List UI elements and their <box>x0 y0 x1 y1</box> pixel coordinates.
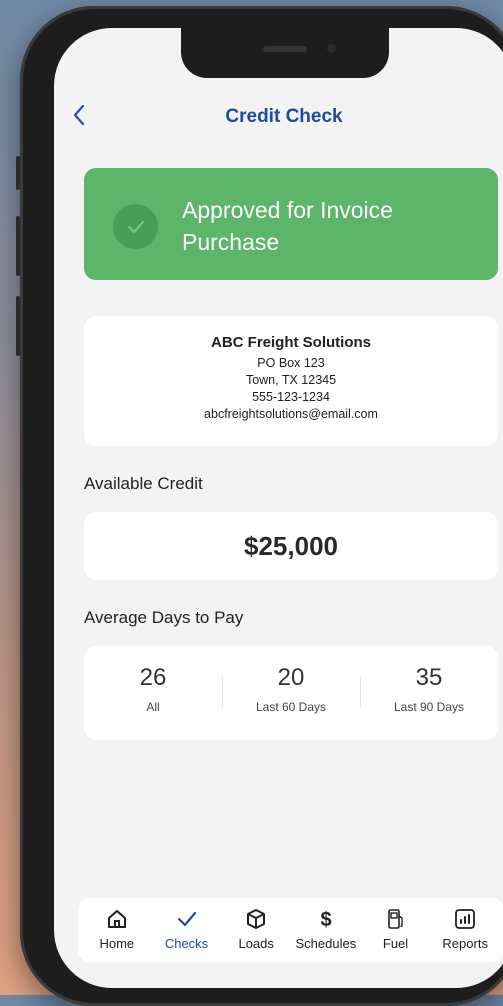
tab-label: Loads <box>238 936 274 951</box>
tab-reports[interactable]: Reports <box>430 898 500 962</box>
available-credit-label: Available Credit <box>84 474 203 493</box>
tab-label: Home <box>99 936 135 951</box>
dollar-icon: $ <box>317 908 335 930</box>
stat-label: All <box>146 700 160 714</box>
bottom-tab-bar: Home Checks Loads $ Schedules Fuel Repor… <box>78 898 503 962</box>
svg-text:$: $ <box>320 909 331 930</box>
check-circle-icon <box>113 204 158 249</box>
stat-divider <box>222 676 223 708</box>
available-credit-amount: $25,000 <box>244 530 338 561</box>
tab-label: Schedules <box>295 936 357 951</box>
stat-divider <box>360 676 361 708</box>
stat-label: Last 60 Days <box>255 700 327 714</box>
company-email: abcfreightsolutions@email.com <box>204 407 378 421</box>
available-credit-card: $25,000 <box>84 512 498 580</box>
company-address-line1: PO Box 123 <box>257 356 325 370</box>
approval-status-text: Approved for Invoice Purchase <box>182 197 393 255</box>
tab-label: Reports <box>442 936 488 951</box>
stat-value: 35 <box>415 664 443 691</box>
tab-home[interactable]: Home <box>82 898 152 962</box>
phone-volume-up-button <box>16 216 20 276</box>
company-phone: 555-123-1234 <box>252 390 330 404</box>
tab-checks[interactable]: Checks <box>152 898 222 962</box>
bar-chart-icon <box>454 908 476 930</box>
speaker <box>263 46 307 52</box>
company-name: ABC Freight Solutions <box>211 334 371 351</box>
stat-last-90-days: 35 Last 90 Days <box>360 646 498 740</box>
home-icon <box>106 908 128 930</box>
box-icon <box>245 908 267 930</box>
phone-volume-down-button <box>16 296 20 356</box>
stat-value: 26 <box>139 664 167 691</box>
app-screen: Credit Check Approved for Invoice Purcha… <box>54 28 503 988</box>
company-card: ABC Freight Solutions PO Box 123 Town, T… <box>84 316 498 446</box>
tab-label: Checks <box>164 936 209 951</box>
phone-side-button <box>16 156 20 190</box>
stat-all: 26 All <box>84 646 222 740</box>
check-icon <box>176 908 198 930</box>
phone-frame: Credit Check Approved for Invoice Purcha… <box>16 6 503 1006</box>
camera <box>327 44 336 53</box>
stat-last-60-days: 20 Last 60 Days <box>222 646 360 740</box>
tab-label: Fuel <box>382 936 409 951</box>
tab-loads[interactable]: Loads <box>221 898 291 962</box>
fuel-pump-icon <box>386 908 406 930</box>
tab-schedules[interactable]: $ Schedules <box>291 898 361 962</box>
stat-label: Last 90 Days <box>393 700 465 714</box>
phone-notch <box>181 28 389 78</box>
stat-value: 20 <box>277 664 305 691</box>
company-address-line2: Town, TX 12345 <box>245 373 337 387</box>
approval-banner: Approved for Invoice Purchase <box>84 168 498 280</box>
avg-days-card: 26 All 20 Last 60 Days 35 Last 90 Days <box>84 646 498 740</box>
avg-days-label: Average Days to Pay <box>84 608 244 627</box>
tab-fuel[interactable]: Fuel <box>361 898 431 962</box>
page-title: Credit Check <box>225 106 343 127</box>
